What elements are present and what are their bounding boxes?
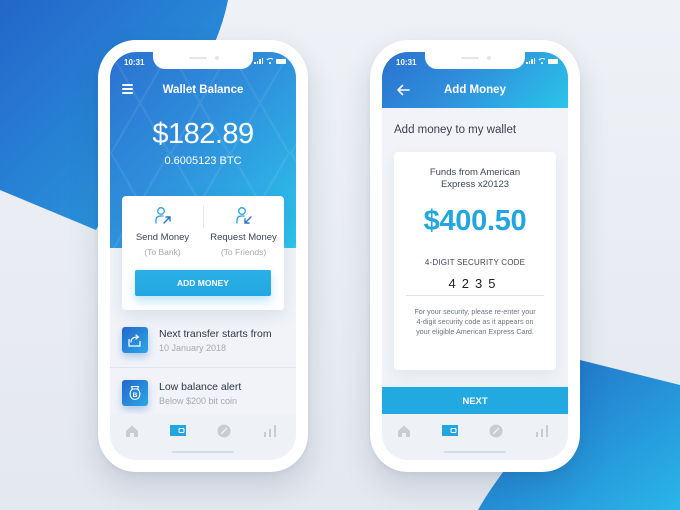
wifi-icon bbox=[266, 58, 273, 64]
request-money-button[interactable]: Request Money (To Friends) bbox=[203, 206, 284, 257]
funding-card: Funds from American Express x20123 $400.… bbox=[394, 152, 556, 370]
request-money-sublabel: (To Friends) bbox=[220, 247, 267, 257]
wallet-icon[interactable] bbox=[442, 424, 458, 438]
app-bar: Add Money bbox=[382, 80, 568, 100]
compass-icon[interactable] bbox=[216, 424, 232, 438]
list-item-title: Next transfer starts from bbox=[159, 328, 272, 340]
wifi-icon bbox=[538, 58, 545, 64]
signal-icon bbox=[526, 58, 535, 64]
security-code-label: 4-DIGIT SECURITY CODE bbox=[424, 258, 526, 267]
send-money-icon bbox=[154, 207, 171, 224]
wallet-icon[interactable] bbox=[170, 424, 186, 438]
actions-card: Send Money (To Bank) Request Money (To F… bbox=[122, 196, 284, 310]
wallet-screen: 10:31 Wallet Balance $182.89 0.6005123 B… bbox=[110, 52, 296, 460]
list-item-subtitle: Below $200 bit coin bbox=[159, 396, 238, 406]
security-note: For your security, please re-enter your … bbox=[414, 307, 536, 336]
hamburger-menu-icon[interactable] bbox=[122, 84, 133, 94]
send-money-button[interactable]: Send Money (To Bank) bbox=[122, 206, 203, 257]
signal-icon bbox=[254, 58, 263, 64]
list-item-next-transfer[interactable]: Next transfer starts from 10 January 201… bbox=[110, 316, 296, 368]
phone-add-money: 10:31 Add Money Add money to my wallet F… bbox=[370, 40, 580, 472]
section-subtitle: Add money to my wallet bbox=[394, 124, 517, 136]
home-indicator bbox=[444, 451, 506, 453]
balance-amount: $182.89 bbox=[152, 118, 254, 150]
send-money-label: Send Money bbox=[135, 232, 190, 243]
page-title: Wallet Balance bbox=[162, 84, 244, 96]
bottom-tab-bar bbox=[382, 414, 568, 460]
home-icon[interactable] bbox=[396, 424, 412, 438]
list-item-subtitle: 10 January 2018 bbox=[159, 343, 227, 353]
battery-icon bbox=[276, 59, 286, 64]
bar-chart-icon[interactable] bbox=[534, 424, 550, 438]
compass-icon[interactable] bbox=[488, 424, 504, 438]
app-bar: Wallet Balance bbox=[110, 80, 296, 100]
phone-notch bbox=[153, 52, 253, 69]
transfer-icon bbox=[122, 327, 148, 353]
request-money-icon bbox=[235, 207, 252, 224]
next-button[interactable]: NEXT bbox=[382, 387, 568, 417]
add-money-button[interactable]: ADD MONEY bbox=[135, 270, 271, 296]
svg-text:B: B bbox=[133, 392, 138, 399]
add-amount: $400.50 bbox=[423, 205, 527, 237]
battery-icon bbox=[548, 59, 558, 64]
list-item-title: Low balance alert bbox=[159, 381, 242, 393]
security-code-input[interactable]: 4235 bbox=[406, 274, 544, 296]
bottom-tab-bar bbox=[110, 414, 296, 460]
status-time: 10:31 bbox=[124, 58, 145, 67]
home-indicator bbox=[172, 451, 234, 453]
home-icon[interactable] bbox=[124, 424, 140, 438]
add-money-screen: 10:31 Add Money Add money to my wallet F… bbox=[382, 52, 568, 460]
phone-wallet-balance: 10:31 Wallet Balance $182.89 0.6005123 B… bbox=[98, 40, 308, 472]
request-money-label: Request Money bbox=[210, 232, 277, 243]
send-money-sublabel: (To Bank) bbox=[144, 247, 181, 257]
phone-notch bbox=[425, 52, 525, 69]
bitcoin-bag-icon: B bbox=[122, 380, 148, 406]
balance-btc: 0.6005123 BTC bbox=[164, 155, 242, 167]
back-arrow-icon[interactable] bbox=[396, 83, 410, 97]
status-time: 10:31 bbox=[396, 58, 417, 67]
bar-chart-icon[interactable] bbox=[262, 424, 278, 438]
funding-source: Funds from American Express x20123 bbox=[429, 167, 521, 190]
